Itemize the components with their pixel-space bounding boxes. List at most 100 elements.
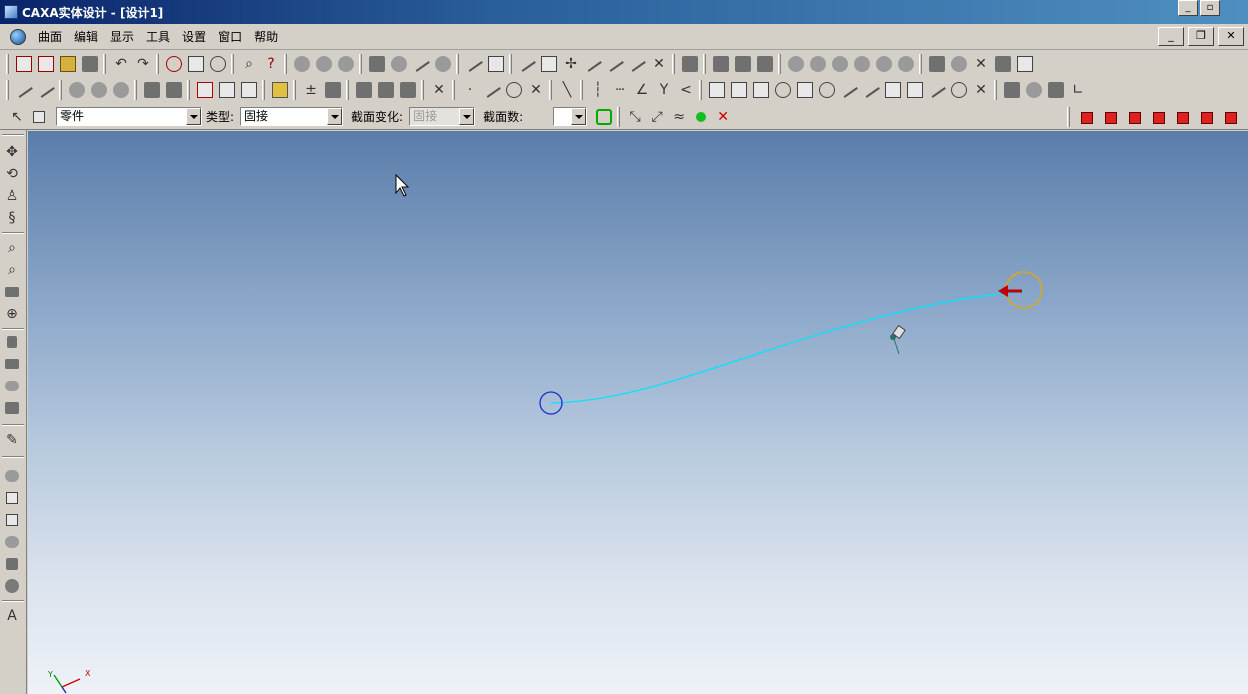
edit-path-icon[interactable]: ⤡: [624, 106, 646, 128]
sphere-icon[interactable]: [3, 578, 21, 594]
dimension-2-icon[interactable]: [322, 79, 344, 101]
curve-tool-2-icon[interactable]: [538, 53, 560, 75]
fit-icon[interactable]: [3, 334, 21, 350]
sweep-surface-icon[interactable]: [410, 53, 432, 75]
solid-tool-3-icon[interactable]: [754, 53, 776, 75]
cross-icon[interactable]: ✕: [525, 79, 547, 101]
shape-tool-7-icon[interactable]: [838, 79, 860, 101]
shape-tool-13-icon[interactable]: ✕: [970, 79, 992, 101]
confirm-icon[interactable]: [690, 106, 712, 128]
angle-icon[interactable]: ∠: [631, 79, 653, 101]
menu-settings[interactable]: 设置: [176, 28, 212, 45]
view-left-icon[interactable]: [1124, 107, 1146, 129]
solid-1-icon[interactable]: [3, 468, 21, 484]
branch-icon[interactable]: Y: [653, 79, 675, 101]
layout-tool-2-icon[interactable]: [1023, 79, 1045, 101]
copy-icon[interactable]: [185, 53, 207, 75]
dimension-icon[interactable]: ±: [300, 79, 322, 101]
surface-tool-3-icon[interactable]: [335, 53, 357, 75]
layout-tool-1-icon[interactable]: [1001, 79, 1023, 101]
direction-arrow[interactable]: [998, 285, 1022, 297]
object-type-select[interactable]: 零件: [56, 107, 202, 126]
document-icon[interactable]: [10, 28, 26, 45]
shape-tool-4-icon[interactable]: [772, 79, 794, 101]
camera-icon[interactable]: [3, 284, 21, 300]
point-icon[interactable]: ·: [459, 79, 481, 101]
chevron-down-icon[interactable]: [571, 108, 587, 125]
trim-icon[interactable]: [679, 53, 701, 75]
line-icon[interactable]: [481, 79, 503, 101]
feature-tool-3-icon[interactable]: [829, 53, 851, 75]
solid-2-icon[interactable]: [3, 490, 21, 506]
view-iso-icon[interactable]: [1220, 107, 1242, 129]
edit-tool-1-icon[interactable]: [926, 53, 948, 75]
solid-4-icon[interactable]: [3, 534, 21, 550]
shape-tool-12-icon[interactable]: [948, 79, 970, 101]
menu-edit[interactable]: 编辑: [68, 28, 104, 45]
menu-surface[interactable]: 曲面: [32, 28, 68, 45]
pick-tool-1-icon[interactable]: [13, 79, 35, 101]
link-icon[interactable]: [163, 53, 185, 75]
text-icon[interactable]: A: [3, 608, 21, 624]
sketch-tool-1-icon[interactable]: [353, 79, 375, 101]
select-box-icon[interactable]: [28, 106, 50, 128]
render-tool-1-icon[interactable]: [66, 79, 88, 101]
chevron-down-icon[interactable]: [186, 108, 201, 125]
doc-close-button[interactable]: ✕: [1218, 27, 1244, 46]
shape-tool-6-icon[interactable]: [816, 79, 838, 101]
shape-tool-1-icon[interactable]: [706, 79, 728, 101]
edit-tool-5-icon[interactable]: [1014, 53, 1036, 75]
edit-tool-3-icon[interactable]: ✕: [970, 53, 992, 75]
catalog-icon[interactable]: [207, 53, 229, 75]
chevron-down-icon[interactable]: [327, 108, 343, 125]
new-design-icon[interactable]: [13, 53, 35, 75]
curve-tool-6-icon[interactable]: [626, 53, 648, 75]
select-arrow-icon[interactable]: ↖: [6, 106, 28, 128]
surface-tool-2-icon[interactable]: [313, 53, 335, 75]
save-icon[interactable]: [79, 53, 101, 75]
shape-tool-11-icon[interactable]: [926, 79, 948, 101]
walk-icon[interactable]: §: [3, 210, 21, 226]
extrude-surface-icon[interactable]: [366, 53, 388, 75]
feature-tool-1-icon[interactable]: [785, 53, 807, 75]
edit-tool-4-icon[interactable]: [992, 53, 1014, 75]
help-pointer-icon[interactable]: ?: [260, 53, 282, 75]
menu-help[interactable]: 帮助: [248, 28, 284, 45]
feature-tool-4-icon[interactable]: [851, 53, 873, 75]
zoom-window-icon[interactable]: ⌕: [3, 262, 21, 278]
restore-button[interactable]: ▫: [1200, 0, 1220, 16]
pencil-icon[interactable]: ✎: [3, 432, 21, 448]
table-red-icon[interactable]: [194, 79, 216, 101]
type-select[interactable]: 固接: [240, 107, 344, 126]
edit-section-icon[interactable]: ⤢: [646, 106, 668, 128]
solid-tool-2-icon[interactable]: [732, 53, 754, 75]
open-icon[interactable]: [57, 53, 79, 75]
layout-tool-4-icon[interactable]: ∟: [1067, 79, 1089, 101]
design-viewport[interactable]: X Y: [28, 131, 1248, 694]
layout-tool-3-icon[interactable]: [1045, 79, 1067, 101]
view-back-icon[interactable]: [1100, 107, 1122, 129]
shape-tool-10-icon[interactable]: [904, 79, 926, 101]
curve-tool-7-icon[interactable]: ✕: [648, 53, 670, 75]
table-2-icon[interactable]: [238, 79, 260, 101]
dynamic-rotate-icon[interactable]: ♙: [3, 188, 21, 204]
zoom-icon[interactable]: ⌕: [3, 240, 21, 256]
menu-window[interactable]: 窗口: [212, 28, 248, 45]
camera-4-icon[interactable]: [3, 400, 21, 416]
edit-tool-2-icon[interactable]: [948, 53, 970, 75]
pick-tool-2-icon[interactable]: [35, 79, 57, 101]
curve-tool-4-icon[interactable]: [582, 53, 604, 75]
redo-icon[interactable]: ↷: [132, 53, 154, 75]
undo-icon[interactable]: ↶: [110, 53, 132, 75]
cancel-icon[interactable]: ✕: [712, 106, 734, 128]
shape-tool-9-icon[interactable]: [882, 79, 904, 101]
render-tool-2-icon[interactable]: [88, 79, 110, 101]
target-icon[interactable]: ⊕: [3, 306, 21, 322]
rotate-surface-icon[interactable]: [388, 53, 410, 75]
camera-2-icon[interactable]: [3, 356, 21, 372]
view-split-icon[interactable]: [163, 79, 185, 101]
curve-tool-3-icon[interactable]: ✢: [560, 53, 582, 75]
feature-tool-6-icon[interactable]: [895, 53, 917, 75]
section-count-select[interactable]: [553, 107, 588, 126]
dashed-line-icon[interactable]: ┄: [609, 79, 631, 101]
